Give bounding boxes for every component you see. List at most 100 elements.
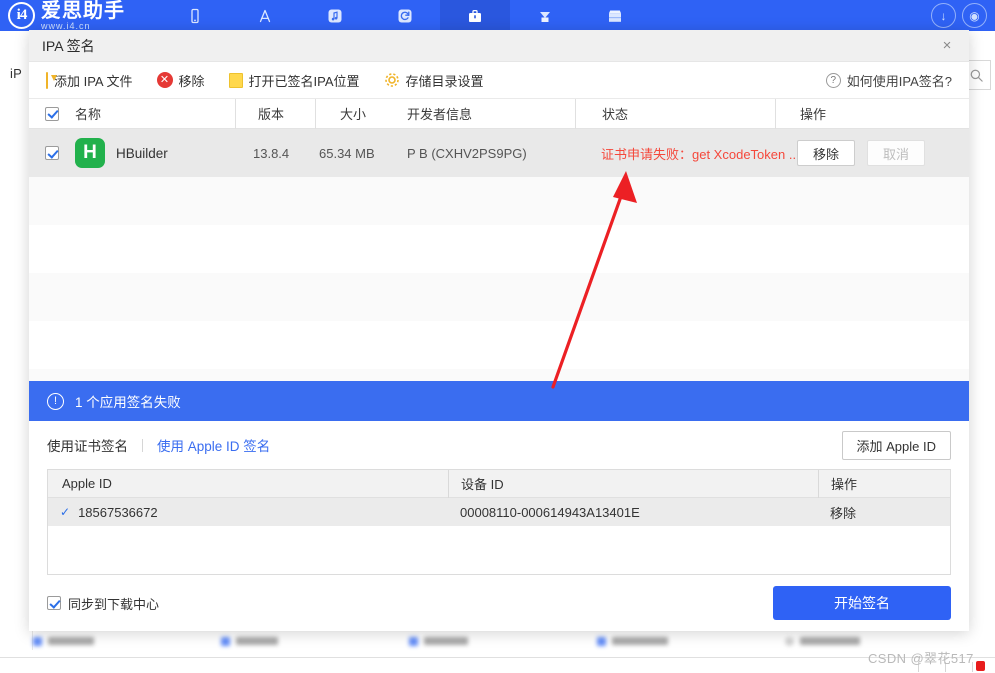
- background-status-chip: [409, 636, 597, 646]
- add-ipa-button[interactable]: 添加 IPA 文件: [46, 71, 133, 90]
- close-icon[interactable]: ×: [933, 34, 961, 58]
- check-icon: ✓: [60, 505, 71, 519]
- folder-download-icon: [46, 71, 48, 89]
- background-chip-text: [236, 637, 278, 645]
- table-row-empty: [29, 369, 969, 381]
- row-actions: 移除 取消: [775, 129, 969, 177]
- background-left-label: iP: [10, 66, 22, 81]
- background-status-chip: [785, 636, 973, 646]
- background-chip-text: [48, 637, 94, 645]
- table-row[interactable]: H HBuilder 13.8.4 65.34 MB P B (CXHV2PS9…: [29, 129, 969, 177]
- folder-icon: [228, 72, 243, 88]
- row-checkbox[interactable]: [29, 129, 75, 177]
- column-header-status[interactable]: 状态: [575, 98, 775, 129]
- row-cancel-button: 取消: [867, 140, 925, 166]
- nav-device-icon[interactable]: [160, 0, 230, 31]
- row-size: 65.34 MB: [319, 145, 375, 161]
- storage-settings-button[interactable]: 存储目录设置: [384, 71, 484, 90]
- apple-id-cell: ✓ 18567536672: [48, 498, 448, 526]
- background-bottom-divider: [0, 657, 995, 658]
- background-chip-dot: [33, 636, 42, 646]
- storage-settings-label: 存储目录设置: [405, 73, 484, 89]
- signing-pane: 使用证书签名 使用 Apple ID 签名 添加 Apple ID Apple …: [29, 421, 969, 631]
- nav-download-icon[interactable]: [510, 0, 580, 31]
- row-remove-button[interactable]: 移除: [797, 140, 855, 166]
- brand-mark-icon: i4: [8, 2, 35, 29]
- dialog-title: IPA 签名: [42, 37, 95, 54]
- nav-music-icon[interactable]: [300, 0, 370, 31]
- nav-item-list: ↓ ◉: [160, 0, 995, 31]
- background-status-chip: [597, 636, 785, 646]
- gear-icon: [384, 72, 400, 88]
- ipa-table-body: H HBuilder 13.8.4 65.34 MB P B (CXHV2PS9…: [29, 129, 969, 381]
- nav-appstore-icon[interactable]: [230, 0, 300, 31]
- apple-id-row-empty: [48, 526, 950, 550]
- column-header-apple-action: 操作: [818, 469, 950, 498]
- remove-label: 移除: [178, 73, 205, 89]
- add-apple-id-button[interactable]: 添加 Apple ID: [841, 430, 951, 460]
- failure-banner-text: 1 个应用签名失败: [75, 395, 181, 410]
- background-bottom-ticks: [0, 660, 995, 673]
- device-id-value: 00008110-000614943A13401E: [460, 504, 640, 520]
- column-header-name[interactable]: 名称: [75, 99, 235, 129]
- help-link[interactable]: ? 如何使用IPA签名?: [825, 71, 952, 90]
- open-signed-location-button[interactable]: 打开已签名IPA位置: [228, 71, 360, 90]
- sign-mode-tabs: 使用证书签名 使用 Apple ID 签名 添加 Apple ID: [47, 421, 951, 469]
- checkbox-icon: [45, 106, 59, 121]
- apple-id-remove-link[interactable]: 移除: [818, 498, 950, 526]
- background-chip-dot: [221, 636, 230, 646]
- background-red-indicator: [976, 661, 985, 671]
- column-header-size[interactable]: 大小: [315, 98, 395, 129]
- apple-id-table: Apple ID 设备 ID 操作 ✓ 18567536672 00008110…: [47, 469, 951, 575]
- status-error-text: 证书申请失败：get XcodeToken ...: [601, 146, 800, 162]
- dialog-toolbar: 添加 IPA 文件 ✕ 移除 打开已签名IPA位置 存储目录设置 ? 如何使用I…: [29, 62, 969, 99]
- row-app-name: HBuilder: [116, 145, 168, 161]
- screen: i4 爱思助手 www.i4.cn ↓ ◉ iP CSDN @翠花517 IPA…: [0, 0, 995, 673]
- ipa-table-header: 名称 版本 大小 开发者信息 状态 操作: [29, 98, 969, 129]
- table-row-empty: [29, 225, 969, 273]
- table-row-empty: [29, 177, 969, 225]
- start-sign-button[interactable]: 开始签名: [773, 586, 951, 620]
- background-chip-dot: [785, 636, 794, 646]
- watermark: CSDN @翠花517: [868, 651, 974, 666]
- warning-circle-icon: !: [47, 392, 64, 410]
- table-row-empty: [29, 273, 969, 321]
- apple-id-value: 18567536672: [78, 504, 158, 520]
- nav-shop-icon[interactable]: [580, 0, 650, 31]
- column-header-action[interactable]: 操作: [775, 98, 969, 129]
- sync-to-download-center-checkbox[interactable]: 同步到下载中心: [47, 594, 159, 613]
- app-logo: i4 爱思助手 www.i4.cn: [0, 1, 160, 31]
- notification-icon[interactable]: ↓: [931, 3, 956, 28]
- checkbox-icon: [45, 146, 59, 160]
- select-all-checkbox[interactable]: [29, 99, 75, 129]
- tab-cert-sign[interactable]: 使用证书签名: [47, 435, 128, 455]
- column-header-version[interactable]: 版本: [235, 98, 315, 129]
- nav-toolbox-icon[interactable]: [440, 0, 510, 31]
- remove-circle-icon: ✕: [156, 72, 173, 88]
- app-icon: H: [75, 138, 105, 168]
- background-chip-dot: [597, 636, 606, 646]
- column-header-apple-id: Apple ID: [62, 476, 112, 491]
- table-row-empty: [29, 321, 969, 369]
- nav-refresh-icon[interactable]: [370, 0, 440, 31]
- tab-appleid-sign[interactable]: 使用 Apple ID 签名: [157, 435, 270, 455]
- help-label: 如何使用IPA签名?: [846, 73, 952, 89]
- checkbox-icon: [47, 596, 61, 610]
- failure-banner: ! 1 个应用签名失败: [29, 381, 969, 421]
- open-signed-location-label: 打开已签名IPA位置: [248, 73, 360, 89]
- user-avatar-icon[interactable]: ◉: [962, 3, 987, 28]
- nav-right-actions: ↓ ◉: [931, 0, 995, 31]
- column-header-device-id: 设备 ID: [448, 469, 818, 498]
- sync-label: 同步到下载中心: [68, 596, 160, 612]
- background-status-chip: [33, 636, 221, 646]
- row-version: 13.8.4: [253, 145, 290, 161]
- row-app: H HBuilder: [75, 129, 235, 177]
- ipa-sign-dialog: IPA 签名 × 添加 IPA 文件 ✕ 移除 打开已签名IPA位置 存储目录设…: [29, 30, 969, 631]
- app-top-navbar: i4 爱思助手 www.i4.cn ↓ ◉: [0, 0, 995, 31]
- column-header-developer[interactable]: 开发者信息: [395, 99, 575, 129]
- remove-button[interactable]: ✕ 移除: [156, 71, 205, 90]
- dialog-titlebar: IPA 签名 ×: [29, 30, 969, 62]
- apple-id-row[interactable]: ✓ 18567536672 00008110-000614943A13401E …: [48, 498, 950, 526]
- background-status-chip: [221, 636, 409, 646]
